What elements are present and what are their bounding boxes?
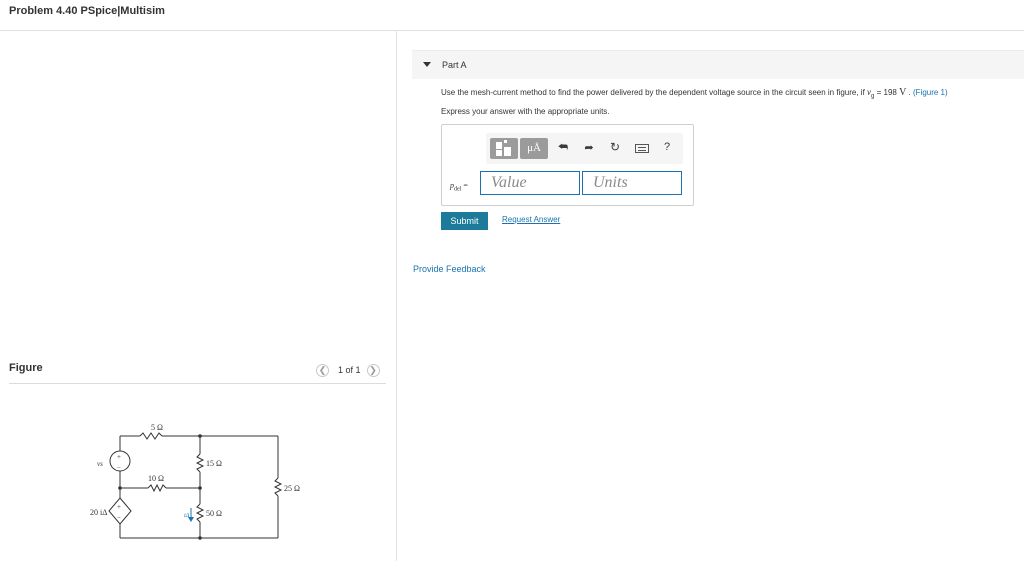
resistor-25 xyxy=(273,477,283,497)
resistor-5 xyxy=(139,432,163,440)
resistor-15 xyxy=(195,453,205,473)
figure-pager: ❮ 1 of 1 ❯ xyxy=(316,362,380,378)
label-r50: 50 Ω xyxy=(206,509,222,518)
page-title: Problem 4.40 PSpice|Multisim xyxy=(9,5,165,17)
request-answer-link[interactable]: Request Answer xyxy=(502,215,560,224)
pager-text: 1 of 1 xyxy=(338,365,361,375)
reset-icon[interactable]: ↻ xyxy=(608,140,622,154)
keyboard-icon[interactable] xyxy=(635,144,649,153)
resistor-10 xyxy=(147,483,167,493)
figure-link[interactable]: (Figure 1) xyxy=(913,88,948,97)
math-toolbar: μÅ ⮪ ➦ ↻ ? xyxy=(486,133,683,164)
question-pre: Use the mesh-current method to find the … xyxy=(441,88,868,97)
part-title: Part A xyxy=(442,60,467,70)
resistor-50 xyxy=(195,503,205,523)
label-r5: 5 Ω xyxy=(151,423,163,432)
chevron-left-icon[interactable]: ❮ xyxy=(316,363,329,377)
answer-label: pdel = xyxy=(450,181,468,193)
answer-label-eq: = xyxy=(461,181,468,190)
question-eq: = 198 xyxy=(874,88,900,97)
label-r25: 25 Ω xyxy=(284,484,300,493)
label-r15: 15 Ω xyxy=(206,459,222,468)
vs-minus: − xyxy=(117,464,121,472)
template-button[interactable] xyxy=(490,138,518,159)
value-input[interactable] xyxy=(480,171,580,195)
label-dep-source: 20 iΔ xyxy=(90,508,107,517)
vs-plus: + xyxy=(117,453,121,461)
provide-feedback-link[interactable]: Provide Feedback xyxy=(413,264,486,274)
submit-button[interactable]: Submit xyxy=(441,212,488,230)
undo-icon[interactable]: ⮪ xyxy=(556,141,570,154)
template-icon xyxy=(496,140,511,156)
dep-plus: + xyxy=(117,503,121,511)
part-a-header[interactable]: Part A xyxy=(412,50,1024,79)
label-current: iΔ xyxy=(184,513,190,519)
redo-icon[interactable]: ➦ xyxy=(582,141,596,154)
circuit-diagram: 5 Ω 15 Ω 10 Ω 25 Ω 50 Ω vs 20 iΔ iΔ + − … xyxy=(90,423,300,540)
title-bar: Problem 4.40 PSpice|Multisim xyxy=(0,0,1024,31)
figure-label: Figure xyxy=(9,362,43,374)
question-text: Use the mesh-current method to find the … xyxy=(441,87,948,100)
panel-divider xyxy=(396,31,397,561)
label-r10: 10 Ω xyxy=(148,474,164,483)
chevron-right-icon[interactable]: ❯ xyxy=(366,363,380,377)
help-icon[interactable]: ? xyxy=(660,141,674,153)
question-post: . xyxy=(906,88,911,97)
figure-divider xyxy=(9,383,386,384)
dep-minus: − xyxy=(117,514,121,522)
instruction-text: Express your answer with the appropriate… xyxy=(441,107,610,116)
units-button[interactable]: μÅ xyxy=(520,138,548,159)
label-vs: vs xyxy=(97,460,103,468)
units-input[interactable] xyxy=(582,171,682,195)
caret-down-icon[interactable] xyxy=(423,62,431,67)
answer-box: μÅ ⮪ ➦ ↻ ? pdel = xyxy=(441,124,694,206)
